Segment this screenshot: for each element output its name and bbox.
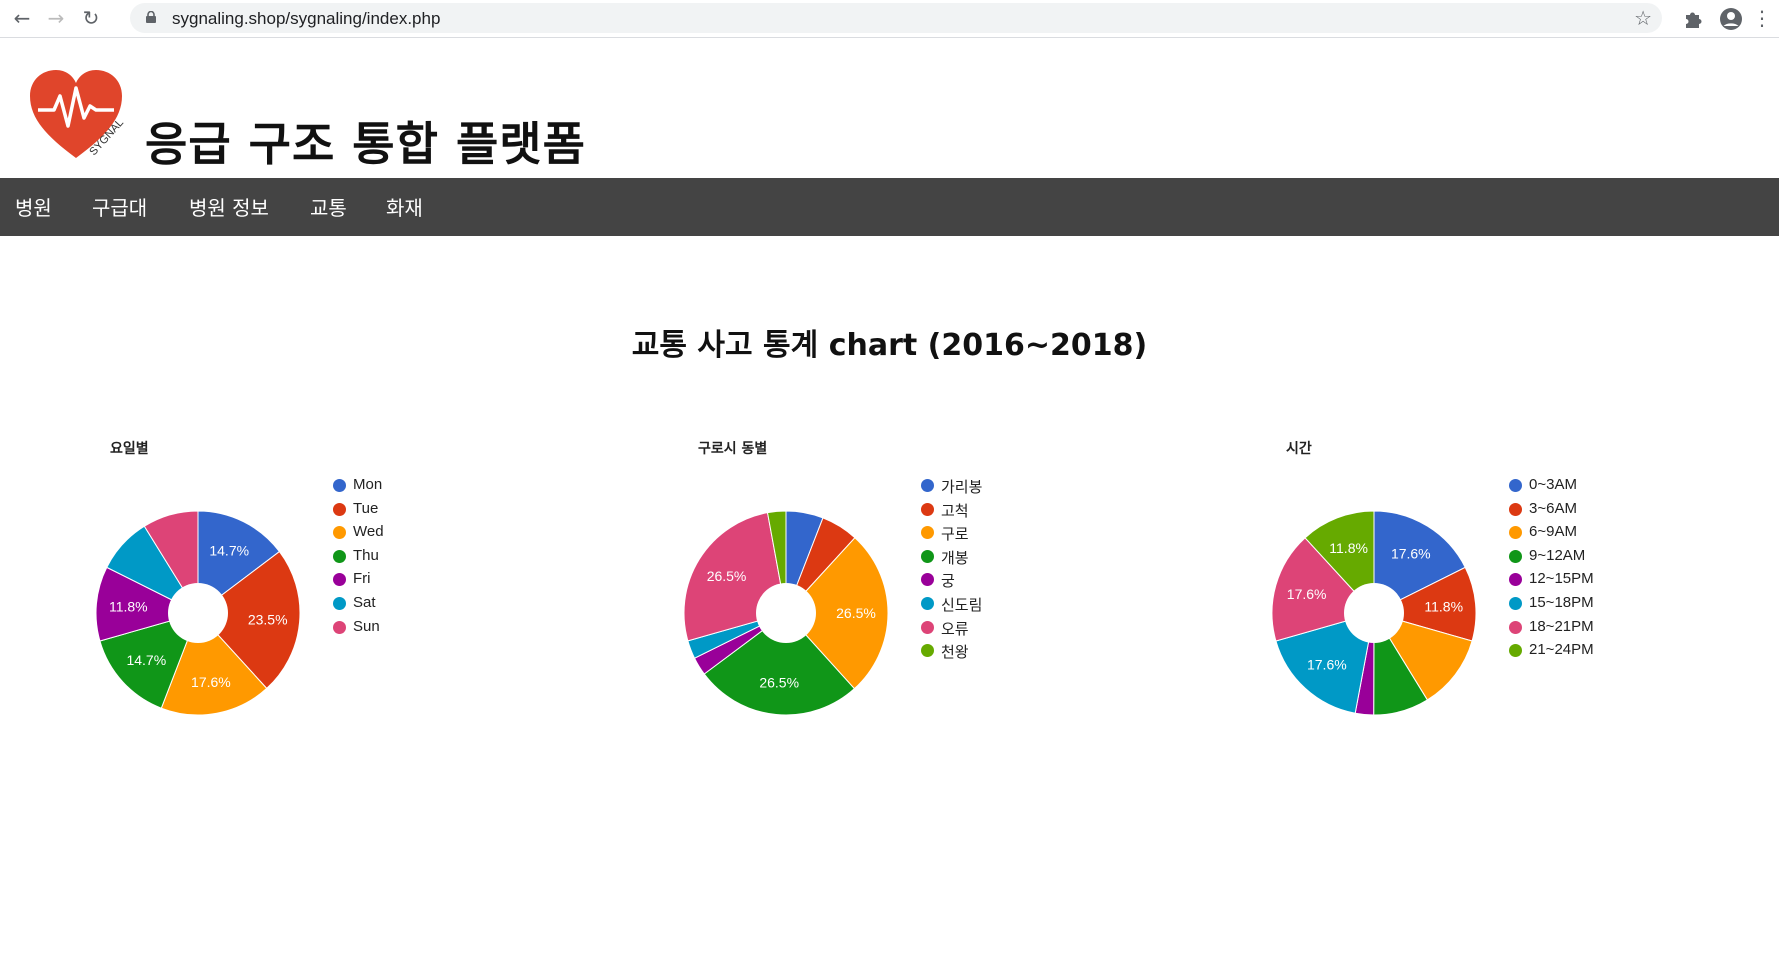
nav-item-fire[interactable]: 화재	[386, 192, 423, 221]
district-chart: 구로시 동별 26.5% 26.5% 26.5% 가리봉 고척 구로 개봉 궁 신도림 오류 천왕	[684, 430, 1204, 750]
legend-label: 0~3AM	[1529, 476, 1577, 493]
legend-label: Thu	[353, 546, 379, 564]
legend-swatch	[921, 596, 934, 610]
legend-label: 12~15PM	[1529, 570, 1594, 588]
slice-data-label: 11.8%	[1424, 599, 1463, 615]
legend-label: 천왕	[941, 644, 969, 662]
main-navbar: 병원 구급대 병원 정보 교통 화재	[0, 178, 1779, 236]
time-chart: 시간 17.6% 11.8% 17.6% 17.6% 11.8% 0~3AM 3~6AM 6…	[1272, 430, 1779, 750]
extensions-puzzle-icon[interactable]	[1680, 6, 1706, 32]
site-title: 응급 구조 통합 플랫폼	[145, 117, 586, 171]
lock-icon	[146, 11, 156, 23]
donut-hole	[756, 583, 816, 643]
legend-swatch	[333, 620, 346, 634]
legend-swatch	[333, 596, 346, 610]
legend-label: 신도림	[941, 596, 983, 614]
slice-data-label: 11.8%	[109, 599, 148, 615]
site-header: SYGNAL 응급 구조 통합 플랫폼	[0, 38, 1779, 178]
legend-label: 고척	[941, 502, 969, 520]
slice-data-label: 14.7%	[209, 542, 249, 558]
slice-data-label: 17.6%	[1287, 586, 1327, 602]
donut-chart: 17.6% 11.8% 17.6% 17.6% 11.8%	[1272, 510, 1477, 716]
legend-label: 18~21PM	[1529, 617, 1594, 635]
legend-label: 21~24PM	[1529, 641, 1594, 659]
forward-arrow-icon[interactable]: →	[44, 6, 68, 30]
legend-swatch	[921, 549, 934, 563]
nav-item-traffic[interactable]: 교통	[310, 192, 347, 221]
donut-hole	[168, 583, 228, 643]
browser-menu-icon[interactable]: ⋮	[1750, 6, 1774, 30]
legend-label: 3~6AM	[1529, 499, 1577, 517]
slice-data-label: 23.5%	[248, 611, 288, 627]
legend-swatch	[333, 479, 346, 492]
legend-swatch	[921, 502, 934, 516]
legend-label: Sat	[353, 593, 376, 611]
slice-data-label: 17.6%	[1307, 657, 1347, 673]
legend-swatch	[1509, 596, 1522, 610]
legend-swatch	[921, 620, 934, 634]
legend-swatch	[333, 549, 346, 563]
legend-label: 15~18PM	[1529, 593, 1594, 611]
legend-label: Mon	[353, 476, 383, 493]
legend-swatch	[921, 479, 934, 492]
legend-label: Tue	[353, 499, 379, 517]
legend-label: 가리봉	[941, 479, 983, 496]
reload-icon[interactable]: ↻	[79, 6, 103, 30]
legend-label: 개봉	[941, 549, 969, 567]
legend-label: 6~9AM	[1529, 523, 1577, 541]
slice-data-label: 14.7%	[126, 652, 166, 668]
legend-label: Wed	[353, 523, 384, 541]
legend-label: Fri	[353, 570, 371, 588]
browser-toolbar: ← → ↻ sygnaling.shop/sygnaling/index.php…	[0, 0, 1779, 38]
nav-item-ambulance[interactable]: 구급대	[92, 192, 147, 221]
legend-label: Sun	[353, 617, 380, 635]
legend-swatch	[1509, 549, 1522, 563]
slice-data-label: 26.5%	[836, 605, 876, 621]
nav-item-hospital-info[interactable]: 병원 정보	[189, 192, 269, 221]
slice-data-label: 26.5%	[707, 568, 747, 584]
legend-label: 9~12AM	[1529, 546, 1586, 564]
bookmark-star-icon[interactable]: ☆	[1634, 6, 1652, 30]
legend-swatch	[1509, 620, 1522, 634]
slice-data-label: 17.6%	[191, 674, 231, 690]
legend-swatch	[333, 502, 346, 516]
url-text: sygnaling.shop/sygnaling/index.php	[172, 9, 441, 28]
slice-data-label: 11.8%	[1329, 540, 1368, 556]
slice-data-label: 17.6%	[1391, 545, 1431, 561]
legend-swatch	[1509, 502, 1522, 516]
slice-data-label: 26.5%	[759, 675, 799, 691]
legend-label: 오류	[941, 620, 969, 638]
legend-label: 구로	[941, 526, 969, 544]
address-bar[interactable]: sygnaling.shop/sygnaling/index.php ☆	[130, 3, 1662, 33]
legend-label: 궁	[941, 573, 955, 591]
donut-hole	[1344, 583, 1404, 643]
profile-avatar-icon[interactable]	[1718, 6, 1744, 32]
page-title: 교통 사고 통계 chart (2016~2018)	[631, 328, 1148, 363]
heart-logo-icon[interactable]: SYGNAL	[26, 66, 130, 170]
legend-swatch	[1509, 479, 1522, 492]
nav-item-hospital[interactable]: 병원	[15, 192, 52, 221]
back-arrow-icon[interactable]: ←	[10, 6, 34, 30]
weekday-chart: 요일별 14.7% 23.5% 17.6% 14.7% 11.8% Mon Tue Wed T…	[96, 430, 616, 750]
